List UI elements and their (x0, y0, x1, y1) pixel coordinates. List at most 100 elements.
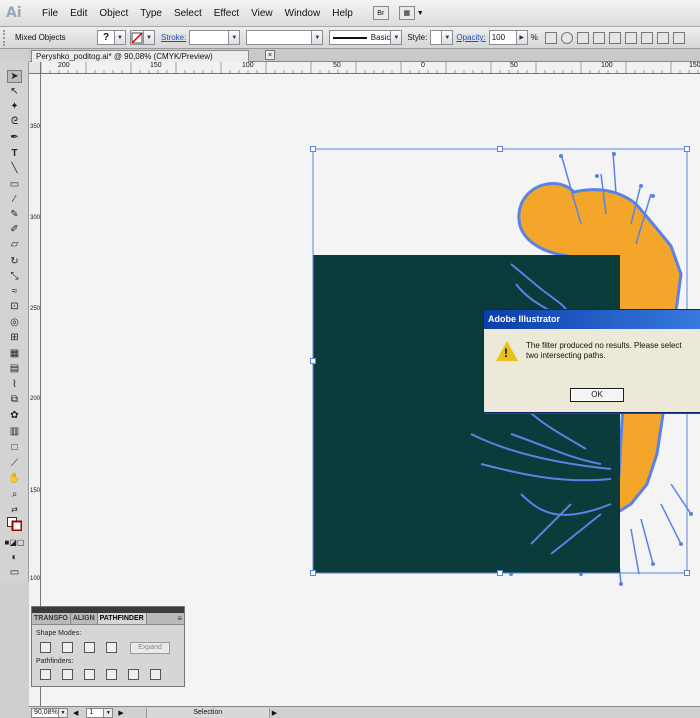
arrange-chevron-icon[interactable]: ▼ (417, 10, 424, 17)
panel-menu-icon[interactable]: ≡ (175, 613, 184, 624)
next-artboard-icon[interactable]: ▶ (118, 709, 123, 717)
warp-tool-icon[interactable]: ≈ (7, 285, 22, 298)
stroke-weight-input[interactable] (189, 30, 230, 45)
tab-transform[interactable]: TRANSFO (32, 613, 71, 624)
dark-square[interactable] (313, 255, 620, 573)
variable-width-input[interactable] (246, 30, 313, 45)
zoom-dropdown[interactable]: ▼ (59, 707, 68, 718)
arrange-documents-button[interactable]: ▦ (398, 6, 415, 20)
fill-swatch[interactable]: ? (97, 30, 115, 45)
menu-view[interactable]: View (245, 8, 279, 19)
color-mode-icons[interactable]: ■◪▢ (5, 536, 25, 549)
horizontal-ruler[interactable]: 200 150 100 50 0 50 100 150 (41, 62, 700, 74)
minus-back-icon[interactable] (150, 669, 161, 680)
menu-help[interactable]: Help (326, 8, 359, 19)
selection-tool-icon[interactable]: ➤ (7, 70, 22, 83)
handle-bottom-left[interactable] (310, 570, 316, 576)
status-mode[interactable]: Selection (145, 707, 270, 718)
eraser-tool-icon[interactable]: ▱ (7, 238, 22, 251)
divide-icon[interactable] (40, 669, 51, 680)
align-middle-icon[interactable] (656, 31, 669, 44)
paintbrush-tool-icon[interactable]: ⁄ (7, 193, 22, 206)
menu-object[interactable]: Object (93, 8, 134, 19)
prev-artboard-icon[interactable]: ◀ (73, 709, 78, 717)
gear-icon[interactable] (560, 31, 573, 44)
gradient-tool-icon[interactable]: ▤ (7, 362, 22, 375)
graphic-style-swatch[interactable] (430, 30, 443, 45)
rectangle-tool-icon[interactable]: ▭ (7, 178, 22, 191)
draw-mode-icon[interactable]: ◐ (7, 551, 22, 564)
free-transform-tool-icon[interactable]: ⊡ (7, 300, 22, 313)
align-to-selection-icon[interactable] (576, 31, 589, 44)
stroke-dropdown[interactable]: ▼ (144, 30, 155, 45)
menu-effect[interactable]: Effect (208, 8, 245, 19)
direct-selection-tool-icon[interactable]: ↖ (7, 85, 22, 98)
handle-bottom-right[interactable] (684, 570, 690, 576)
trim-icon[interactable] (62, 669, 73, 680)
artboard-tool-icon[interactable]: □ (7, 441, 22, 454)
variable-width-dropdown[interactable]: ▼ (312, 30, 324, 45)
menu-file[interactable]: File (36, 8, 64, 19)
tab-pathfinder[interactable]: PATHFINDER (97, 613, 147, 624)
align-top-icon[interactable] (640, 31, 653, 44)
bridge-button[interactable]: Br (372, 6, 389, 20)
pencil-tool-icon[interactable]: ✎ (7, 208, 22, 221)
stroke-label[interactable]: Stroke: (161, 33, 186, 42)
align-right-icon[interactable] (624, 31, 637, 44)
blend-tool-icon[interactable]: ⧉ (7, 393, 22, 406)
menu-type[interactable]: Type (134, 8, 168, 19)
opacity-dropdown[interactable]: ▶ (516, 30, 528, 45)
pen-tool-icon[interactable]: ✒ (7, 131, 22, 144)
brush-dropdown[interactable]: ▼ (391, 30, 403, 45)
align-center-icon[interactable] (608, 31, 621, 44)
shape-builder-tool-icon[interactable]: ◎ (7, 316, 22, 329)
mesh-tool-icon[interactable]: ▦ (7, 347, 22, 360)
line-tool-icon[interactable]: ╲ (7, 162, 22, 175)
align-left-icon[interactable] (592, 31, 605, 44)
lasso-tool-icon[interactable]: ᘓ (7, 115, 22, 128)
stroke-weight-dropdown[interactable]: ▼ (229, 30, 241, 45)
blob-brush-tool-icon[interactable]: ✐ (7, 223, 22, 236)
align-bottom-icon[interactable] (672, 31, 685, 44)
fill-stroke-indicator[interactable] (7, 517, 22, 531)
fill-dropdown[interactable]: ▼ (115, 30, 126, 45)
zoom-field[interactable]: 90,08% (31, 707, 59, 718)
control-bar-grip[interactable] (3, 29, 9, 46)
exclude-icon[interactable] (106, 642, 117, 653)
magic-wand-tool-icon[interactable]: ✦ (7, 100, 22, 113)
swap-fill-stroke-icon[interactable]: ⇄ (7, 503, 22, 516)
status-menu-icon[interactable]: ▶ (272, 709, 277, 717)
column-graph-tool-icon[interactable]: ▥ (7, 425, 22, 438)
ok-button[interactable]: OK (570, 388, 624, 402)
artboard-number-field[interactable]: 1 (86, 707, 105, 718)
crop-icon[interactable] (106, 669, 117, 680)
symbol-sprayer-tool-icon[interactable]: ✿ (7, 409, 22, 422)
handle-middle-left[interactable] (310, 358, 316, 364)
handle-top-right[interactable] (684, 146, 690, 152)
unite-icon[interactable] (40, 642, 51, 653)
dialog-title[interactable]: Adobe Illustrator (484, 310, 700, 329)
menu-select[interactable]: Select (168, 8, 208, 19)
rotate-tool-icon[interactable]: ↻ (7, 255, 22, 268)
eyedropper-tool-icon[interactable]: ⌇ (7, 378, 22, 391)
intersect-icon[interactable] (84, 642, 95, 653)
close-document-icon[interactable]: × (265, 50, 275, 60)
outline-icon[interactable] (128, 669, 139, 680)
perspective-grid-tool-icon[interactable]: ⊞ (7, 331, 22, 344)
hand-tool-icon[interactable]: ✋ (7, 472, 22, 485)
slice-tool-icon[interactable]: ⟋ (7, 457, 22, 470)
merge-icon[interactable] (84, 669, 95, 680)
opacity-input[interactable]: 100 (488, 30, 517, 45)
minus-front-icon[interactable] (62, 642, 73, 653)
document-tab[interactable]: Peryshko_poditog.ai* @ 90,08% (CMYK/Prev… (31, 50, 249, 62)
handle-top-left[interactable] (310, 146, 316, 152)
type-tool-icon[interactable]: T (7, 147, 22, 160)
recolor-artwork-icon[interactable] (544, 31, 557, 44)
artboard-dropdown[interactable]: ▼ (104, 707, 114, 718)
brush-definition[interactable]: Basic (329, 30, 392, 45)
zoom-tool-icon[interactable]: ⌕ (7, 488, 22, 501)
expand-button[interactable]: Expand (130, 642, 170, 654)
opacity-label[interactable]: Opacity: (456, 33, 485, 42)
menu-window[interactable]: Window (279, 8, 327, 19)
menu-edit[interactable]: Edit (64, 8, 93, 19)
